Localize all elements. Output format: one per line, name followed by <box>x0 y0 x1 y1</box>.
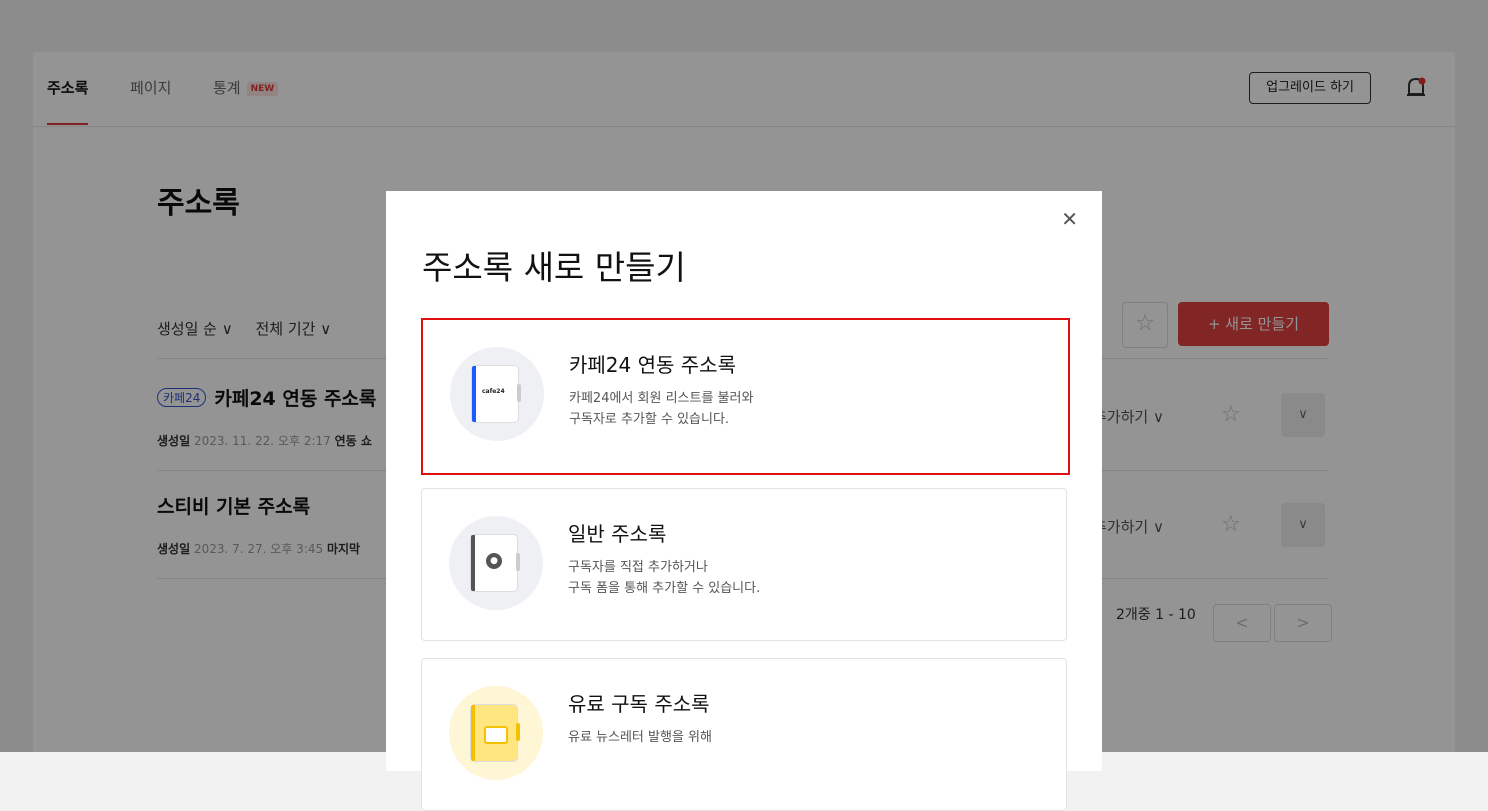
modal-title: 주소록 새로 만들기 <box>422 248 686 287</box>
option-general-addressbook[interactable]: ● 일반 주소록 구독자를 직접 추가하거나 구독 폼을 통해 추가할 수 있습… <box>421 488 1067 641</box>
option-paid-addressbook[interactable]: 유료 구독 주소록 유료 뉴스레터 발행을 위해 <box>421 658 1067 811</box>
card-icon <box>484 726 508 744</box>
close-icon[interactable]: ✕ <box>1061 209 1078 229</box>
option-title: 유료 구독 주소록 <box>568 692 710 716</box>
cafe24-logo: cafe24 <box>482 388 505 395</box>
general-addressbook-icon: ● <box>449 516 543 610</box>
book-tabs <box>517 384 521 402</box>
option-description: 구독자를 직접 추가하거나 구독 폼을 통해 추가할 수 있습니다. <box>568 557 760 599</box>
desc-line: 카페24에서 회원 리스트를 불러와 <box>569 391 754 406</box>
paid-addressbook-icon <box>449 686 543 780</box>
book-icon: ● <box>471 535 520 591</box>
book-icon: cafe24 <box>472 366 521 422</box>
option-description: 유료 뉴스레터 발행을 위해 <box>568 727 712 748</box>
book-spine <box>472 366 476 422</box>
desc-line: 구독자를 직접 추가하거나 <box>568 560 708 575</box>
option-title: 카페24 연동 주소록 <box>569 353 736 377</box>
desc-line: 구독자로 추가할 수 있습니다. <box>569 412 730 427</box>
cafe24-addressbook-icon: cafe24 <box>450 347 544 441</box>
person-icon: ● <box>486 553 502 569</box>
desc-line: 유료 뉴스레터 발행을 위해 <box>568 730 712 745</box>
book-tabs <box>516 723 520 741</box>
option-cafe24-addressbook[interactable]: cafe24 카페24 연동 주소록 카페24에서 회원 리스트를 불러와 구독… <box>421 318 1070 475</box>
book-spine <box>471 705 475 761</box>
option-title: 일반 주소록 <box>568 522 667 546</box>
option-description: 카페24에서 회원 리스트를 불러와 구독자로 추가할 수 있습니다. <box>569 388 753 430</box>
book-icon <box>471 705 520 761</box>
book-tabs <box>516 553 520 571</box>
create-addressbook-modal: ✕ 주소록 새로 만들기 cafe24 카페24 연동 주소록 카페24에서 회… <box>386 191 1102 811</box>
desc-line: 구독 폼을 통해 추가할 수 있습니다. <box>568 581 761 596</box>
book-spine <box>471 535 475 591</box>
